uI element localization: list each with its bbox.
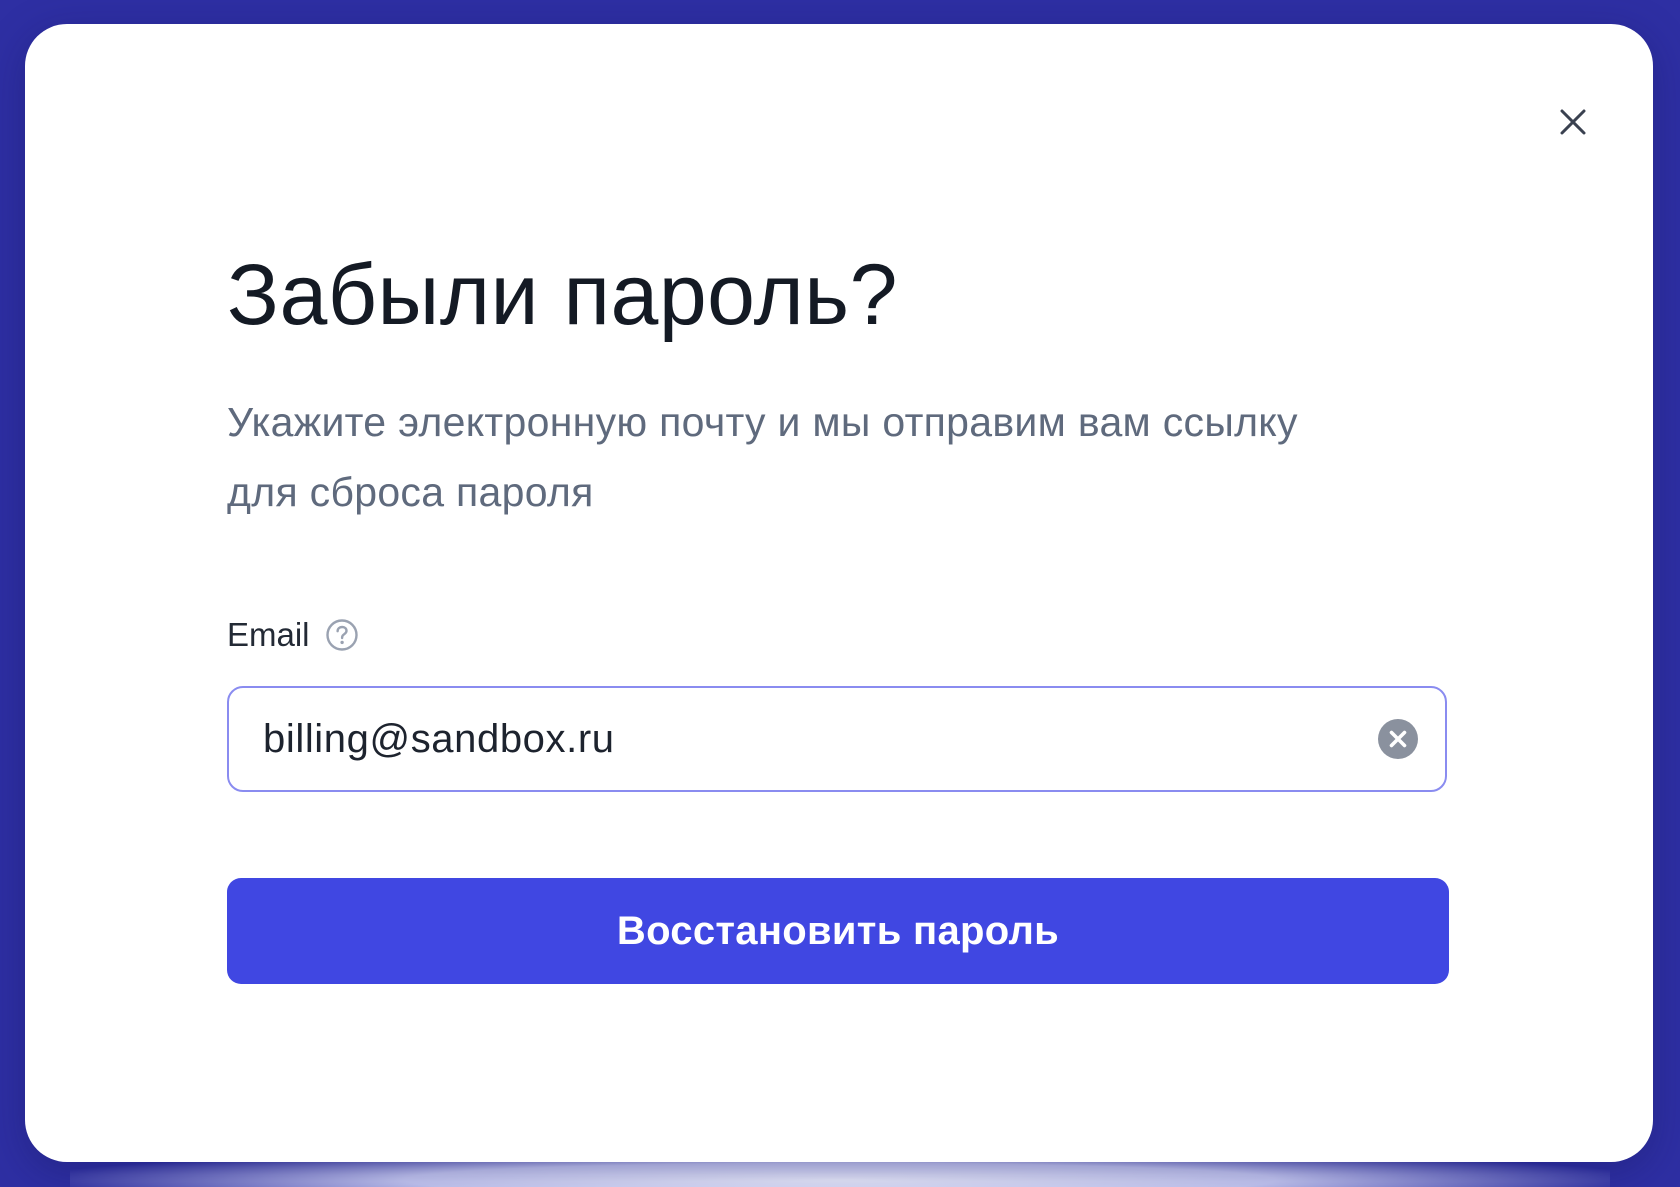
email-field[interactable] bbox=[229, 688, 1363, 790]
clear-circle-icon bbox=[1378, 719, 1418, 759]
email-input-wrapper bbox=[227, 686, 1447, 792]
forgot-password-dialog: Забыли пароль? Укажите электронную почту… bbox=[25, 24, 1653, 1162]
clear-input-button[interactable] bbox=[1377, 718, 1419, 760]
close-icon bbox=[1560, 109, 1586, 135]
dialog-title: Забыли пароль? bbox=[227, 247, 898, 343]
question-circle-icon[interactable] bbox=[324, 617, 360, 653]
email-label-row: Email bbox=[227, 616, 360, 654]
reset-password-button[interactable]: Восстановить пароль bbox=[227, 878, 1449, 984]
email-label: Email bbox=[227, 616, 310, 653]
dialog-subtitle: Укажите электронную почту и мы отправим … bbox=[227, 399, 1298, 515]
close-button[interactable] bbox=[1555, 104, 1591, 140]
